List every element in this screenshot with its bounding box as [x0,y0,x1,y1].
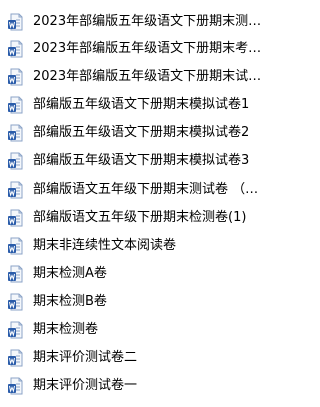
file-name: 部编版语文五年级下册期末测试卷 （含… [33,182,270,197]
word-document-icon [8,13,23,31]
file-item[interactable]: 期末非连续性文本阅读卷 [0,233,272,259]
word-document-icon [8,349,23,367]
file-item[interactable]: 期末评价测试卷二 [0,345,272,371]
file-name: 期末评价测试卷一 [33,378,138,393]
file-item[interactable]: 期末检测卷 [0,317,272,343]
file-item[interactable]: 期末检测A卷 [0,261,272,287]
file-name: 部编版五年级语文下册期末模拟试卷1 [33,97,250,112]
file-item[interactable]: 2023年部编版五年级语文下册期末试卷3… [0,64,272,90]
file-item[interactable]: 部编版五年级语文下册期末模拟试卷2 [0,120,272,146]
file-list: 2023年部编版五年级语文下册期末测试… 2023年部编版五年级语文下册期末考试… [0,0,272,407]
word-document-icon [8,321,23,339]
file-name: 2023年部编版五年级语文下册期末测试… [33,14,270,29]
file-name: 部编版语文五年级下册期末检测卷(1) [33,210,247,225]
word-document-icon [8,152,23,170]
file-item[interactable]: 期末评价测试卷一 [0,373,272,399]
word-document-icon [8,293,23,311]
file-item[interactable]: 部编版语文五年级下册期末测试卷 （含… [0,177,272,203]
file-item[interactable]: 2023年部编版五年级语文下册期末测试… [0,9,272,35]
file-item[interactable]: 部编版五年级语文下册期末模拟试卷1 [0,92,272,118]
word-document-icon [8,181,23,199]
word-document-icon [8,237,23,255]
word-document-icon [8,40,23,58]
word-document-icon [8,209,23,227]
word-document-icon [8,68,23,86]
word-document-icon [8,265,23,283]
file-name: 期末评价测试卷二 [33,350,138,365]
word-document-icon [8,124,23,142]
word-document-icon [8,377,23,395]
file-item[interactable]: 2023年部编版五年级语文下册期末考试… [0,36,272,62]
file-name: 部编版五年级语文下册期末模拟试卷3 [33,153,250,168]
file-name: 期末检测卷 [33,322,99,337]
file-name: 期末检测B卷 [33,294,107,309]
file-name: 期末非连续性文本阅读卷 [33,238,177,253]
file-item[interactable]: 部编版语文五年级下册期末检测卷(1) [0,205,272,231]
word-document-icon [8,96,23,114]
file-item[interactable]: 部编版五年级语文下册期末模拟试卷3 [0,148,272,174]
file-name: 部编版五年级语文下册期末模拟试卷2 [33,125,250,140]
file-name: 2023年部编版五年级语文下册期末考试… [33,41,270,56]
file-name: 期末检测A卷 [33,266,107,281]
file-item[interactable]: 期末检测B卷 [0,289,272,315]
file-name: 2023年部编版五年级语文下册期末试卷3… [33,69,270,84]
